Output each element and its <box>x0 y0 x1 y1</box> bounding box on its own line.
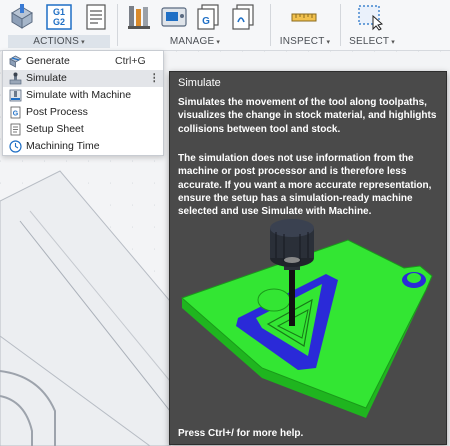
actions-label: ACTIONS <box>33 36 80 47</box>
manage-label: MANAGE <box>169 36 215 47</box>
svg-text:G: G <box>13 111 19 118</box>
chevron-down-icon: ▾ <box>391 39 395 46</box>
setup-sheet-icon <box>9 123 22 136</box>
menu-item-setup-sheet[interactable]: Setup Sheet <box>3 121 163 138</box>
menu-item-machining-time[interactable]: Machining Time <box>3 138 163 155</box>
tooltip-title: Simulate <box>178 77 221 89</box>
manage-group-label[interactable]: MANAGE ▾ <box>160 35 230 48</box>
ribbon-toolbar: G1 G2 ACTIONS ▾ G MANAGE ▾ INSPECT ▾ SEL… <box>0 0 450 51</box>
menu-item-simulate[interactable]: Simulate ⋮ <box>3 70 163 87</box>
generate-icon <box>9 55 22 68</box>
actions-dropdown-menu: Generate Ctrl+G Simulate ⋮ Simulate with… <box>2 50 164 156</box>
tooltip-note: The simulation does not use information … <box>178 153 432 218</box>
menu-item-label: Machining Time <box>26 140 100 152</box>
g1g2-icon[interactable]: G1 G2 <box>45 3 73 31</box>
simulation-illustration <box>181 219 433 418</box>
template-icon[interactable]: G <box>194 3 222 31</box>
more-options-icon[interactable]: ⋮ <box>149 70 160 87</box>
menu-item-label: Setup Sheet <box>26 123 84 135</box>
machine-library-icon[interactable] <box>160 3 188 31</box>
menu-item-generate[interactable]: Generate Ctrl+G <box>3 53 163 70</box>
menu-item-label: Simulate <box>26 72 67 84</box>
menu-item-label: Simulate with Machine <box>26 89 132 101</box>
menu-item-label: Generate <box>26 55 70 67</box>
menu-item-label: Post Process <box>26 106 88 118</box>
clock-icon <box>9 140 22 153</box>
group-divider <box>340 4 341 46</box>
tooltip-footer: Press Ctrl+/ for more help. <box>178 428 304 439</box>
post-library-icon[interactable] <box>229 3 257 31</box>
chevron-down-icon: ▾ <box>81 39 85 46</box>
g2-label: G2 <box>53 17 65 27</box>
simulate-tooltip: Simulate Simulates the movement of the t… <box>169 71 447 445</box>
tooltip-description: Simulates the movement of the tool along… <box>178 97 437 135</box>
actions-group-label[interactable]: ACTIONS ▾ <box>8 35 110 48</box>
chevron-down-icon: ▾ <box>326 39 331 46</box>
select-box-icon[interactable] <box>356 3 384 31</box>
measure-icon[interactable] <box>290 3 318 31</box>
stock-icon[interactable] <box>8 3 36 31</box>
menu-item-shortcut: Ctrl+G <box>115 55 146 67</box>
group-divider <box>270 4 271 46</box>
tool-library-icon[interactable] <box>126 3 154 31</box>
group-divider <box>117 4 118 46</box>
inspect-group-label[interactable]: INSPECT ▾ <box>278 35 332 48</box>
post-process-icon: G <box>9 106 22 119</box>
select-group-label[interactable]: SELECT ▾ <box>348 35 396 48</box>
chevron-down-icon: ▾ <box>216 39 221 46</box>
simulate-machine-icon <box>9 89 22 102</box>
inspect-label: INSPECT <box>279 36 325 47</box>
svg-text:G: G <box>202 16 210 27</box>
menu-item-simulate-with-machine[interactable]: Simulate with Machine <box>3 87 163 104</box>
simulate-icon <box>9 72 22 85</box>
select-label: SELECT <box>349 36 390 47</box>
g1-label: G1 <box>53 7 65 17</box>
menu-item-post-process[interactable]: G Post Process <box>3 104 163 121</box>
setup-sheet-icon[interactable] <box>82 3 110 31</box>
